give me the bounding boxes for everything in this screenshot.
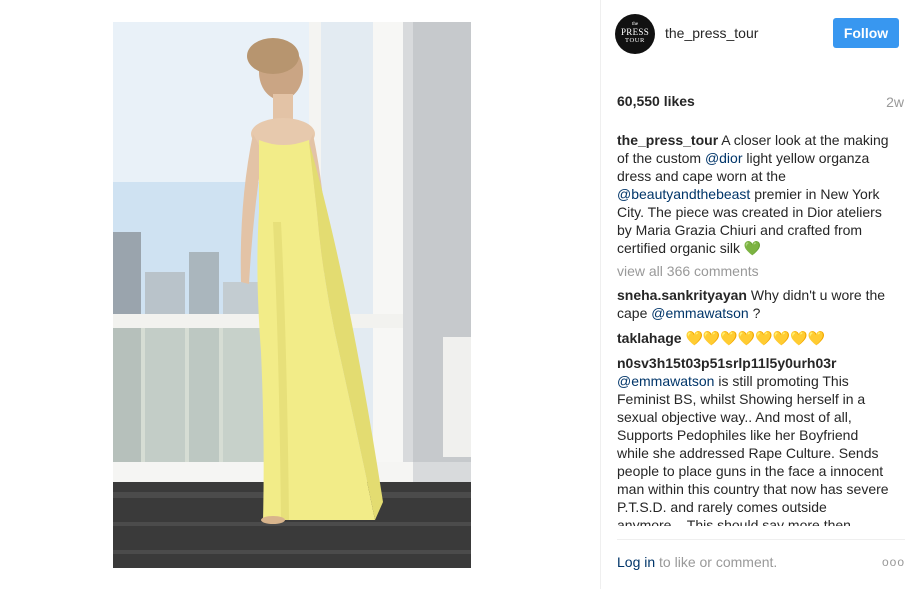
post-photo[interactable]: [113, 22, 471, 568]
login-link[interactable]: Log in: [617, 554, 655, 570]
comment-item: n0sv3h15t03p51srlp11l5y0urh03r @emmawats…: [617, 354, 893, 526]
avatar-text-bottom: TOUR: [625, 37, 645, 44]
mention-link[interactable]: @emmawatson: [651, 305, 748, 321]
username-link[interactable]: the_press_tour: [665, 25, 758, 41]
mention-link[interactable]: @emmawatson: [617, 373, 714, 389]
comment-item: taklahage 💛💛💛💛💛💛💛💛: [617, 329, 893, 347]
comment-author[interactable]: n0sv3h15t03p51srlp11l5y0urh03r: [617, 355, 836, 371]
avatar-text-middle: PRESS: [620, 27, 650, 37]
likes-count[interactable]: 60,550 likes: [617, 93, 695, 109]
footer-divider: [617, 539, 905, 540]
comment-item: sneha.sankrityayan Why didn't u wore the…: [617, 286, 893, 322]
post-image: [113, 22, 471, 568]
yellow-hearts-emoji: 💛💛💛💛💛💛💛💛: [681, 330, 825, 346]
post-stats: 60,550 likes 2w: [617, 93, 904, 111]
post-footer: Log in to like or comment. ooo: [617, 552, 905, 572]
login-prompt: Log in to like or comment.: [617, 554, 777, 570]
follow-button[interactable]: Follow: [833, 18, 899, 48]
comment-author[interactable]: taklahage: [617, 330, 682, 346]
caption: the_press_tour A closer look at the maki…: [617, 131, 893, 257]
comment-author[interactable]: sneha.sankrityayan: [617, 287, 747, 303]
post-side-panel: the PRESS TOUR the_press_tour Follow 60,…: [600, 0, 911, 589]
comment-text: is still promoting This Feminist BS, whi…: [617, 373, 889, 526]
mention-link[interactable]: @dior: [705, 150, 743, 166]
photo-area: [0, 0, 600, 589]
login-prompt-text: to like or comment.: [655, 554, 778, 570]
post-header: the PRESS TOUR the_press_tour Follow: [615, 14, 905, 54]
comment-text: ?: [748, 305, 761, 321]
caption-author[interactable]: the_press_tour: [617, 132, 718, 148]
avatar[interactable]: the PRESS TOUR: [615, 14, 655, 54]
view-all-comments-link[interactable]: view all 366 comments: [617, 262, 893, 280]
comments-list: the_press_tour A closer look at the maki…: [617, 131, 893, 526]
green-heart-emoji: 💚: [743, 240, 762, 256]
mention-link[interactable]: @beautyandthebeast: [617, 186, 750, 202]
post-age[interactable]: 2w: [886, 94, 904, 110]
more-options-icon[interactable]: ooo: [882, 555, 905, 569]
